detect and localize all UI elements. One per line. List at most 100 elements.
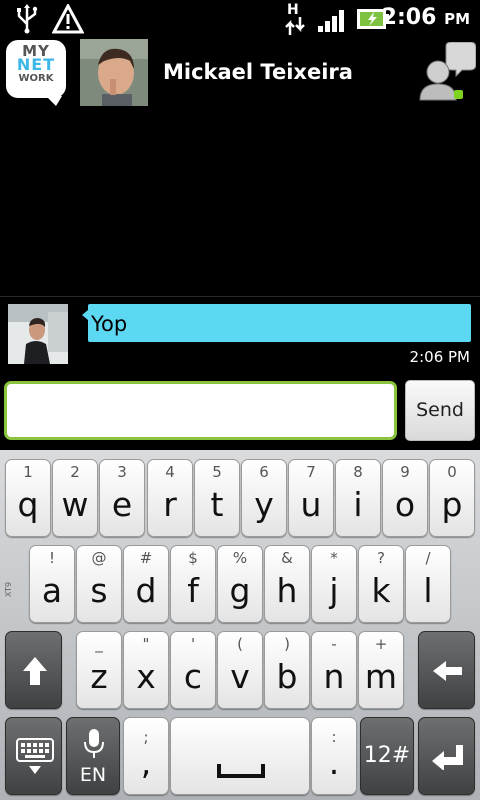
key-label: , bbox=[140, 743, 152, 782]
key-y[interactable]: 6y bbox=[241, 459, 287, 537]
key-n[interactable]: -n bbox=[311, 631, 357, 709]
shift-key[interactable] bbox=[5, 631, 62, 709]
key-x[interactable]: " x bbox=[123, 631, 169, 709]
key-g[interactable]: % g bbox=[217, 545, 263, 623]
key-i[interactable]: 8i bbox=[335, 459, 381, 537]
key-alt-label: % bbox=[232, 549, 248, 567]
sender-avatar[interactable] bbox=[8, 304, 68, 364]
keyboard-mode-label: XT9 bbox=[4, 581, 14, 598]
key-alt-label: 9 bbox=[400, 463, 410, 481]
key-alt-label: ! bbox=[48, 549, 55, 567]
key-h[interactable]: & h bbox=[264, 545, 310, 623]
key-alt-label: 8 bbox=[353, 463, 363, 481]
key-m[interactable]: + m bbox=[358, 631, 404, 709]
key-alt-label: @ bbox=[91, 549, 107, 567]
microphone-icon bbox=[84, 729, 104, 758]
key-l[interactable]: / l bbox=[405, 545, 451, 623]
clock-time: 2:06 bbox=[381, 5, 437, 30]
message-bubble[interactable]: Yop bbox=[82, 304, 471, 342]
key-label: e bbox=[111, 485, 133, 524]
backspace-key[interactable] bbox=[418, 631, 475, 709]
compose-message-input[interactable] bbox=[4, 381, 397, 440]
logo-line-3: WORK bbox=[18, 73, 54, 84]
key-w[interactable]: 2w bbox=[52, 459, 98, 537]
key-s[interactable]: @ s bbox=[76, 545, 122, 623]
key-alt-label: _ bbox=[95, 635, 103, 653]
key-alt-label: 0 bbox=[447, 463, 457, 481]
key-label: m bbox=[364, 657, 398, 696]
key-alt-label: 1 bbox=[23, 463, 33, 481]
key-alt-label: " bbox=[142, 635, 150, 653]
key-b[interactable]: ) b bbox=[264, 631, 310, 709]
key-alt-label: ' bbox=[190, 635, 196, 653]
key-q[interactable]: 1q bbox=[5, 459, 51, 537]
key-label: . bbox=[328, 743, 340, 782]
keyboard-icon bbox=[16, 738, 54, 774]
key-label: i bbox=[353, 485, 363, 524]
voice-input-key[interactable]: EN bbox=[66, 717, 120, 795]
symbols-key[interactable]: 12# bbox=[360, 717, 414, 795]
logo-bubble-tail bbox=[46, 96, 62, 106]
space-bar-icon bbox=[217, 764, 265, 778]
clock-ampm: PM bbox=[444, 10, 470, 28]
hspa-data-icon: H bbox=[285, 2, 305, 36]
symbols-key-label: 12# bbox=[363, 743, 411, 768]
key-label: w bbox=[61, 485, 89, 524]
app-logo[interactable]: MY NET WORK bbox=[6, 40, 66, 106]
key-alt-label: * bbox=[330, 549, 338, 567]
message-text: Yop bbox=[91, 312, 128, 336]
key-label: p bbox=[441, 485, 463, 524]
conversation-header: MY NET WORK Mickael Teixeira bbox=[0, 38, 480, 110]
signal-icon bbox=[318, 10, 344, 32]
key-r[interactable]: 4r bbox=[147, 459, 193, 537]
key-label: n bbox=[323, 657, 345, 696]
key-alt-label: - bbox=[331, 635, 337, 653]
key-label: k bbox=[371, 571, 391, 610]
key-j[interactable]: * j bbox=[311, 545, 357, 623]
enter-key[interactable] bbox=[418, 717, 475, 795]
send-button[interactable]: Send bbox=[405, 380, 475, 441]
key-a[interactable]: ! a bbox=[29, 545, 75, 623]
key-o[interactable]: 9o bbox=[382, 459, 428, 537]
key-f[interactable]: $ f bbox=[170, 545, 216, 623]
key-label: b bbox=[276, 657, 298, 696]
key-alt-label: 3 bbox=[117, 463, 127, 481]
key-label: o bbox=[394, 485, 416, 524]
key-period[interactable]: :. bbox=[311, 717, 357, 795]
key-p[interactable]: 0p bbox=[429, 459, 475, 537]
key-label: h bbox=[276, 571, 298, 610]
key-label: l bbox=[423, 571, 433, 610]
key-d[interactable]: # d bbox=[123, 545, 169, 623]
key-alt-label: $ bbox=[188, 549, 198, 567]
message-list[interactable] bbox=[0, 110, 480, 296]
key-alt-label: # bbox=[139, 549, 153, 567]
key-e[interactable]: 3e bbox=[99, 459, 145, 537]
message-timestamp: 2:06 PM bbox=[409, 348, 470, 366]
key-c[interactable]: ' c bbox=[170, 631, 216, 709]
enter-arrow-icon bbox=[432, 745, 463, 770]
key-u[interactable]: 7u bbox=[288, 459, 334, 537]
key-comma[interactable]: ;, bbox=[123, 717, 169, 795]
key-label: v bbox=[230, 657, 250, 696]
key-label: z bbox=[90, 657, 108, 696]
key-alt-label: 7 bbox=[306, 463, 316, 481]
contact-avatar[interactable] bbox=[80, 39, 148, 106]
key-alt-label: 6 bbox=[259, 463, 269, 481]
key-label: c bbox=[183, 657, 203, 696]
key-z[interactable]: _ z bbox=[76, 631, 122, 709]
key-v[interactable]: (v bbox=[217, 631, 263, 709]
hide-keyboard-key[interactable] bbox=[5, 717, 62, 795]
key-label: s bbox=[90, 571, 108, 610]
key-alt-label: 2 bbox=[70, 463, 80, 481]
key-label: d bbox=[135, 571, 157, 610]
key-label: q bbox=[17, 485, 39, 524]
key-label: t bbox=[210, 485, 224, 524]
status-clock: 2:06 PM bbox=[382, 5, 470, 30]
message-divider bbox=[0, 296, 480, 297]
key-k[interactable]: ? k bbox=[358, 545, 404, 623]
contact-status-icon[interactable] bbox=[418, 42, 476, 102]
key-t[interactable]: 5t bbox=[194, 459, 240, 537]
presence-dot bbox=[454, 90, 463, 99]
space-key[interactable] bbox=[170, 717, 310, 795]
network-type-label: H bbox=[287, 2, 299, 18]
